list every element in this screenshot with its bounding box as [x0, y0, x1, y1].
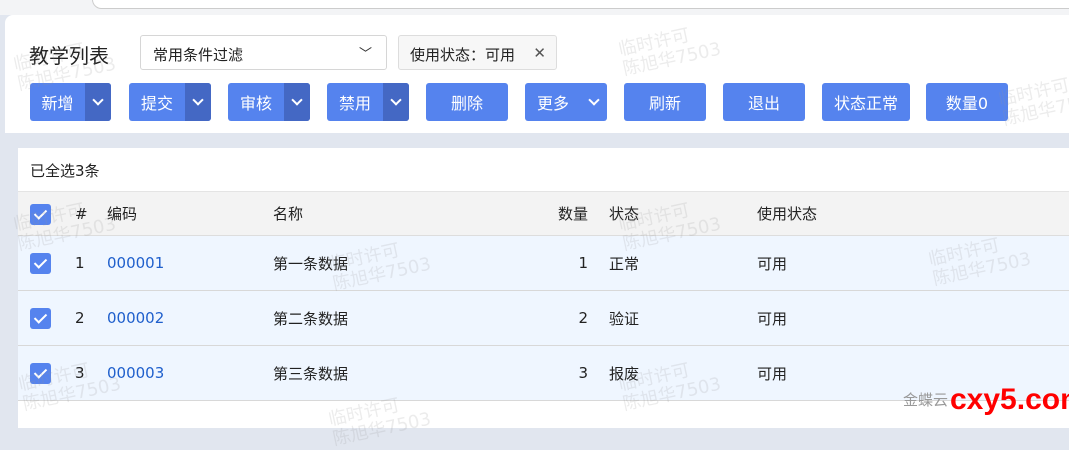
- toolbar-button-1[interactable]: 提交: [129, 83, 211, 121]
- chevron-down-icon: [291, 94, 303, 106]
- row-code-link[interactable]: 000003: [107, 346, 164, 400]
- toolbar-button-7[interactable]: 退出: [723, 83, 805, 121]
- toolbar-button-4[interactable]: 删除: [426, 83, 508, 121]
- row-checkbox[interactable]: [30, 253, 51, 274]
- chevron-down-icon: [192, 94, 204, 106]
- row-index: 3: [75, 364, 85, 382]
- brand-footer: 金蝶云: [903, 391, 949, 409]
- row-name: 第一条数据: [273, 254, 349, 273]
- chevron-down-icon: [92, 94, 104, 106]
- selection-info: 已全选3条: [30, 162, 100, 180]
- button-label: 新增: [41, 94, 74, 113]
- row-status: 正常: [609, 254, 640, 273]
- filter-value: 常用条件过滤: [153, 46, 244, 64]
- button-label: 更多: [536, 94, 569, 113]
- table-panel: 已全选3条 # 编码 名称 数量 状态 使用状态 1 000001 第一条数据 1 正常…: [18, 148, 1069, 428]
- col-index: #: [75, 204, 88, 223]
- filter-tag: 使用状态：可用 ✕: [398, 35, 557, 70]
- toolbar-button-9[interactable]: 数量0: [926, 83, 1008, 121]
- button-label: 状态正常: [833, 94, 898, 113]
- col-name[interactable]: 名称: [273, 192, 303, 235]
- row-qty: 3: [578, 364, 588, 382]
- toolbar-button-5[interactable]: 更多: [525, 83, 607, 121]
- chevron-down-icon: [390, 94, 402, 106]
- col-code[interactable]: 编码: [107, 192, 137, 235]
- top-strip: [0, 0, 1069, 15]
- filter-select[interactable]: 常用条件过滤 ﹀: [140, 35, 387, 70]
- site-watermark: cxy5.com: [950, 383, 1069, 416]
- toolbar-button-0[interactable]: 新增: [30, 83, 111, 121]
- table-header: # 编码 名称 数量 状态 使用状态: [18, 191, 1069, 236]
- dropdown-toggle[interactable]: [383, 83, 409, 121]
- button-label: 退出: [747, 94, 780, 113]
- row-name: 第三条数据: [273, 364, 349, 383]
- row-checkbox[interactable]: [30, 308, 51, 329]
- row-name: 第二条数据: [273, 309, 349, 328]
- toolbar-button-2[interactable]: 审核: [228, 83, 310, 121]
- chevron-down-icon: ﹀: [358, 47, 372, 62]
- row-use-status: 可用: [757, 254, 788, 273]
- dropdown-toggle[interactable]: [284, 83, 310, 121]
- col-use-status[interactable]: 使用状态: [757, 192, 817, 235]
- button-label: 禁用: [338, 94, 371, 113]
- row-use-status: 可用: [757, 309, 788, 328]
- button-label: 数量0: [945, 94, 989, 113]
- table-row[interactable]: 2 000002 第二条数据 2 验证 可用: [18, 291, 1069, 346]
- filter-tag-label: 使用状态：可用: [410, 46, 516, 64]
- row-qty: 2: [578, 309, 588, 327]
- row-index: 1: [75, 254, 85, 272]
- toolbar-button-3[interactable]: 禁用: [327, 83, 409, 121]
- close-icon[interactable]: ✕: [533, 44, 546, 62]
- dropdown-toggle[interactable]: [185, 83, 211, 121]
- col-status[interactable]: 状态: [609, 192, 639, 235]
- row-checkbox[interactable]: [30, 363, 51, 384]
- dropdown-toggle[interactable]: [85, 83, 111, 121]
- button-label: 提交: [140, 94, 173, 113]
- toolbar-button-6[interactable]: 刷新: [624, 83, 706, 121]
- page-title: 教学列表: [29, 44, 109, 68]
- top-bar: [92, 0, 1069, 9]
- row-status: 验证: [609, 309, 640, 328]
- row-code-link[interactable]: 000002: [107, 291, 164, 345]
- chevron-down-icon: [581, 94, 607, 106]
- row-code-link[interactable]: 000001: [107, 236, 164, 290]
- row-qty: 1: [578, 254, 588, 272]
- button-label: 删除: [450, 94, 483, 113]
- select-all-checkbox[interactable]: [30, 203, 51, 225]
- row-status: 报废: [609, 364, 640, 383]
- row-index: 2: [75, 309, 85, 327]
- col-qty[interactable]: 数量: [558, 192, 588, 235]
- button-label: 审核: [239, 94, 272, 113]
- button-label: 刷新: [648, 94, 681, 113]
- row-use-status: 可用: [757, 364, 788, 383]
- table-row[interactable]: 1 000001 第一条数据 1 正常 可用: [18, 236, 1069, 291]
- toolbar-button-8[interactable]: 状态正常: [822, 83, 910, 121]
